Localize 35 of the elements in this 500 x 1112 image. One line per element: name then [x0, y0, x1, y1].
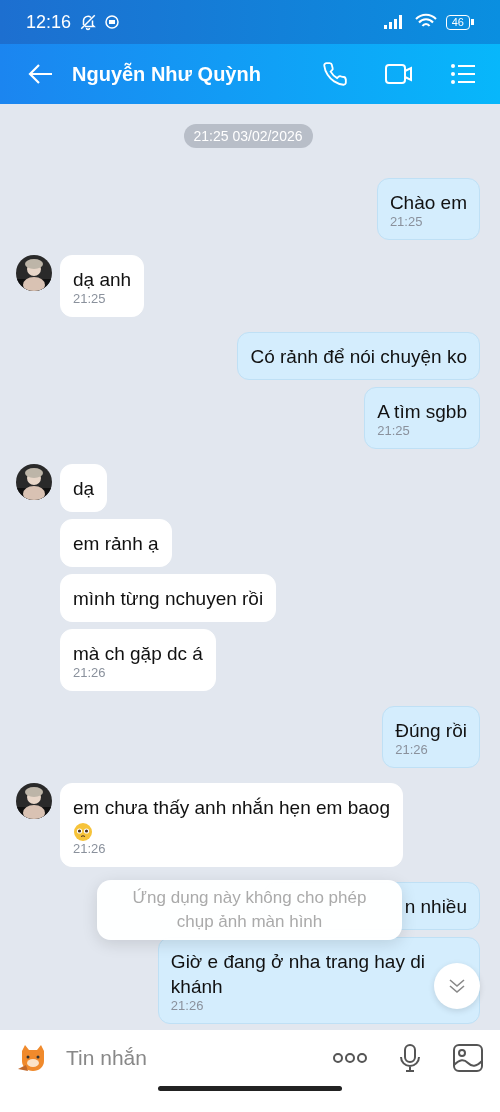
- phone-button[interactable]: [322, 61, 348, 87]
- message-text: dạ: [73, 477, 95, 501]
- message-text: em chưa thấy anh nhắn hẹn em baog: [73, 796, 390, 820]
- message-text: A tìm sgbb: [377, 400, 467, 424]
- double-chevron-icon: [447, 976, 467, 996]
- message-time: 21:26: [170, 999, 205, 1013]
- message-text: n nhiều: [404, 895, 467, 919]
- message-text: Đúng rồi: [395, 719, 467, 743]
- message-text: Có rảnh để nói chuyện ko: [250, 345, 467, 369]
- message-time: 21:25: [73, 292, 107, 306]
- message-time: 21:26: [395, 743, 429, 757]
- battery-tip-icon: [471, 19, 474, 25]
- message-time: 21:26: [73, 842, 107, 856]
- message-text: mình từng nchuyen rồi: [73, 587, 264, 611]
- message-text: em rảnh ạ: [73, 532, 159, 556]
- message-text: mà ch gặp dc á: [73, 642, 203, 666]
- message-text: Giờ e đang ở nha trang hay di khánh: [170, 950, 425, 999]
- video-call-button[interactable]: [384, 61, 414, 87]
- menu-button[interactable]: [450, 63, 476, 85]
- message-time: 21:26: [73, 666, 107, 680]
- date-label: 21:25 03/02/2026: [183, 124, 313, 148]
- message-text: Chào em: [389, 191, 467, 215]
- battery-level: 46: [445, 14, 470, 30]
- more-button[interactable]: [332, 1052, 368, 1064]
- back-button[interactable]: [28, 63, 54, 85]
- image-button[interactable]: [452, 1043, 484, 1073]
- contact-name: Nguyễn Như Quỳnh: [72, 62, 262, 86]
- message-time: 21:25: [389, 215, 424, 229]
- message-time: 21:25: [377, 424, 411, 438]
- microphone-button[interactable]: [398, 1043, 422, 1073]
- app-badge-icon: [105, 15, 120, 29]
- toast-message: Ứng dụng này không cho phép chụp ảnh màn hình: [97, 880, 402, 940]
- status-time: 12:16: [26, 11, 72, 33]
- bell-off-icon: [79, 13, 98, 31]
- message-text: dạ anh: [73, 268, 132, 292]
